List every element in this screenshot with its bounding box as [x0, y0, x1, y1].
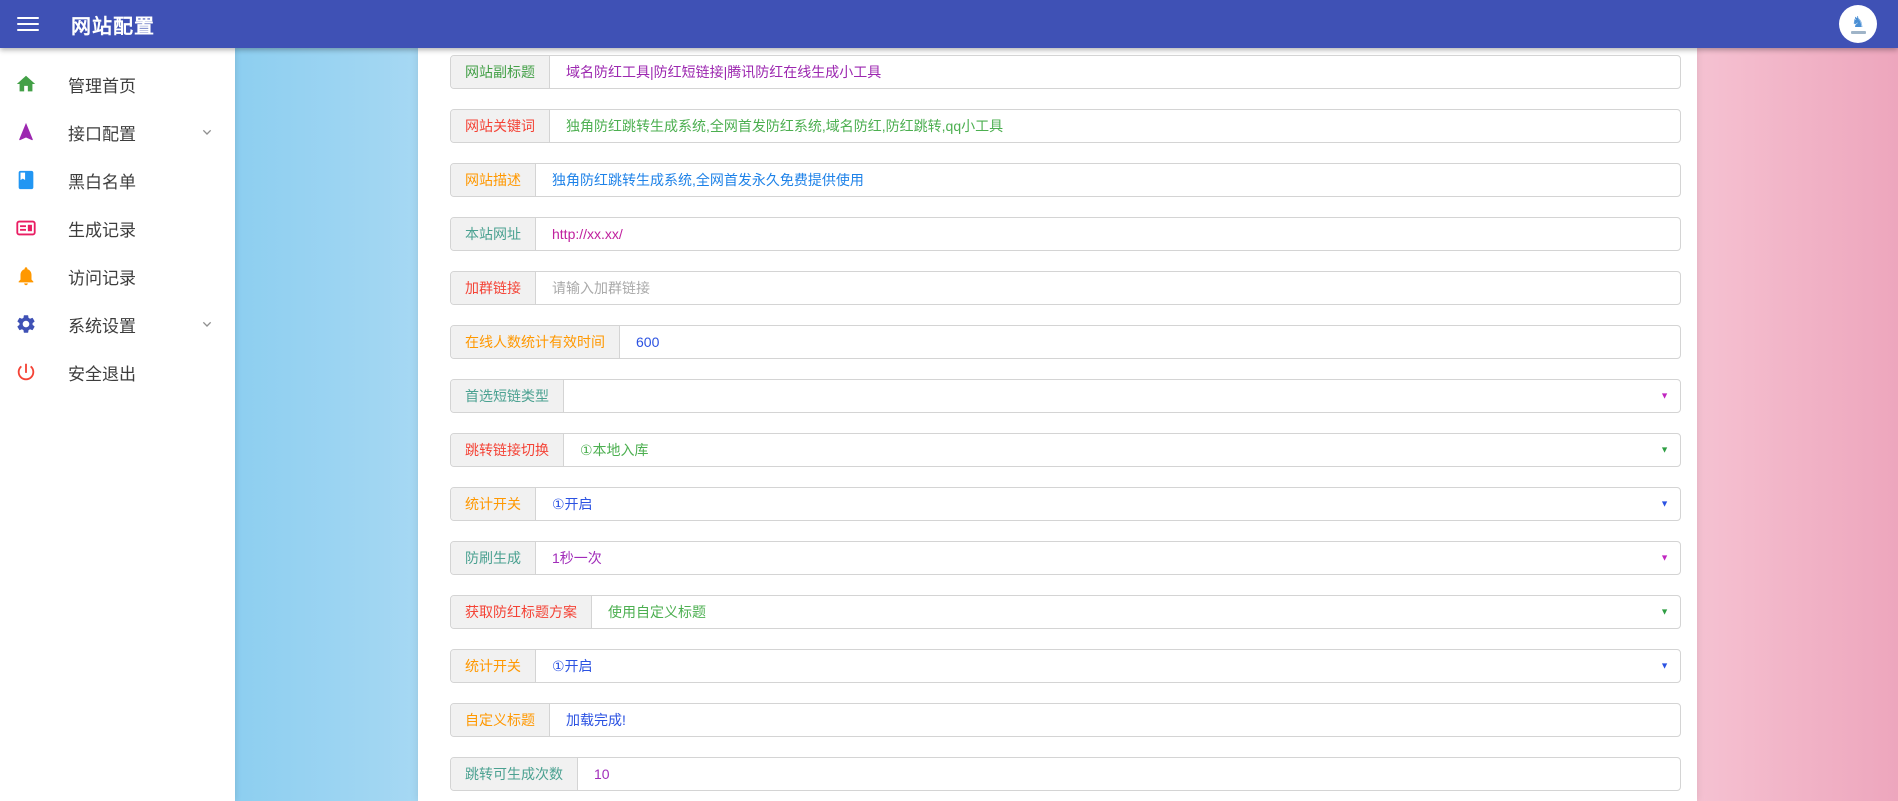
unicorn-logo-icon: ♞ [1851, 13, 1865, 31]
dropdown-arrow-icon: ▼ [1660, 390, 1669, 401]
field-label: 统计开关 [451, 488, 536, 520]
text-field[interactable] [550, 56, 1680, 88]
form-row: 跳转链接切换 ①本地入库 ▼ [450, 433, 1681, 467]
gear-icon [14, 312, 38, 336]
sidebar-item-home[interactable]: 管理首页 [0, 60, 235, 108]
home-icon [14, 72, 38, 96]
field-label: 网站副标题 [451, 56, 550, 88]
select-field[interactable]: ①本地入库 ▼ [564, 434, 1680, 466]
select-value: ①本地入库 [580, 442, 649, 458]
form-row: 本站网址 [450, 217, 1681, 251]
select-value: ①开启 [552, 658, 593, 674]
select-value: 1秒一次 [552, 550, 602, 566]
dropdown-arrow-icon: ▼ [1660, 444, 1669, 455]
select-field[interactable]: ▼ [564, 380, 1680, 412]
text-field[interactable] [550, 110, 1680, 142]
field-label: 跳转可生成次数 [451, 758, 578, 790]
form-row: 在线人数统计有效时间 [450, 325, 1681, 359]
field-label: 本站网址 [451, 218, 536, 250]
sidebar-item-label: 管理首页 [68, 76, 136, 96]
sidebar-item-label: 接口配置 [68, 124, 136, 144]
text-field[interactable] [578, 758, 1680, 790]
page-title: 网站配置 [71, 15, 155, 38]
text-field[interactable] [536, 272, 1680, 304]
sidebar-item-power[interactable]: 安全退出 [0, 348, 235, 396]
sidebar-item-label: 系统设置 [68, 316, 136, 336]
book-icon [14, 168, 38, 192]
config-form: 网站副标题网站关键词网站描述本站网址加群链接在线人数统计有效时间首选短链类型▼跳… [450, 55, 1681, 791]
form-row: 防刷生成 1秒一次 ▼ [450, 541, 1681, 575]
sidebar-item-label: 生成记录 [68, 220, 136, 240]
dropdown-arrow-icon: ▼ [1660, 606, 1669, 617]
form-row: 跳转可生成次数 [450, 757, 1681, 791]
field-label: 首选短链类型 [451, 380, 564, 412]
form-row: 获取防红标题方案 使用自定义标题 ▼ [450, 595, 1681, 629]
sidebar-item-label: 安全退出 [68, 364, 136, 384]
avatar-logo-text [1850, 30, 1866, 34]
form-row: 加群链接 [450, 271, 1681, 305]
select-field[interactable]: 使用自定义标题 ▼ [592, 596, 1680, 628]
field-label: 自定义标题 [451, 704, 550, 736]
sidebar-item-bell[interactable]: 访问记录 [0, 252, 235, 300]
bell-icon [14, 264, 38, 288]
field-label: 加群链接 [451, 272, 536, 304]
form-row: 首选短链类型 ▼ [450, 379, 1681, 413]
power-icon [14, 360, 38, 384]
form-row: 网站副标题 [450, 55, 1681, 89]
form-row: 统计开关 ①开启 ▼ [450, 649, 1681, 683]
avatar[interactable]: ♞ [1839, 5, 1877, 43]
select-value: 使用自定义标题 [608, 604, 706, 620]
select-field[interactable]: ①开启 ▼ [536, 650, 1680, 682]
sidebar-nav: 管理首页接口配置黑白名单生成记录访问记录系统设置安全退出 [0, 60, 235, 396]
field-label: 网站关键词 [451, 110, 550, 142]
card-icon [14, 216, 38, 240]
field-label: 跳转链接切换 [451, 434, 564, 466]
sidebar-item-label: 黑白名单 [68, 172, 136, 192]
sidebar-item-book[interactable]: 黑白名单 [0, 156, 235, 204]
form-row: 自定义标题 [450, 703, 1681, 737]
text-field[interactable] [536, 164, 1680, 196]
form-row: 统计开关 ①开启 ▼ [450, 487, 1681, 521]
field-label: 统计开关 [451, 650, 536, 682]
app-header: 网站配置 ♞ [0, 0, 1898, 48]
config-form-panel: 网站副标题网站关键词网站描述本站网址加群链接在线人数统计有效时间首选短链类型▼跳… [418, 48, 1697, 801]
form-row: 网站关键词 [450, 109, 1681, 143]
field-label: 网站描述 [451, 164, 536, 196]
select-field[interactable]: 1秒一次 ▼ [536, 542, 1680, 574]
sidebar-item-navigation[interactable]: 接口配置 [0, 108, 235, 156]
form-row: 网站描述 [450, 163, 1681, 197]
text-field[interactable] [620, 326, 1680, 358]
sidebar-item-gear[interactable]: 系统设置 [0, 300, 235, 348]
sidebar-item-label: 访问记录 [68, 268, 136, 288]
sidebar-item-card[interactable]: 生成记录 [0, 204, 235, 252]
dropdown-arrow-icon: ▼ [1660, 660, 1669, 671]
dropdown-arrow-icon: ▼ [1660, 498, 1669, 509]
select-value: ①开启 [552, 496, 593, 512]
navigation-icon [14, 120, 38, 144]
dropdown-arrow-icon: ▼ [1660, 552, 1669, 563]
field-label: 防刷生成 [451, 542, 536, 574]
field-label: 获取防红标题方案 [451, 596, 592, 628]
chevron-down-icon [199, 316, 215, 332]
field-label: 在线人数统计有效时间 [451, 326, 620, 358]
sidebar: 管理首页接口配置黑白名单生成记录访问记录系统设置安全退出 [0, 48, 235, 801]
select-field[interactable]: ①开启 ▼ [536, 488, 1680, 520]
text-field[interactable] [550, 704, 1680, 736]
hamburger-menu-icon[interactable] [17, 13, 39, 35]
chevron-down-icon [199, 124, 215, 140]
text-field[interactable] [536, 218, 1680, 250]
